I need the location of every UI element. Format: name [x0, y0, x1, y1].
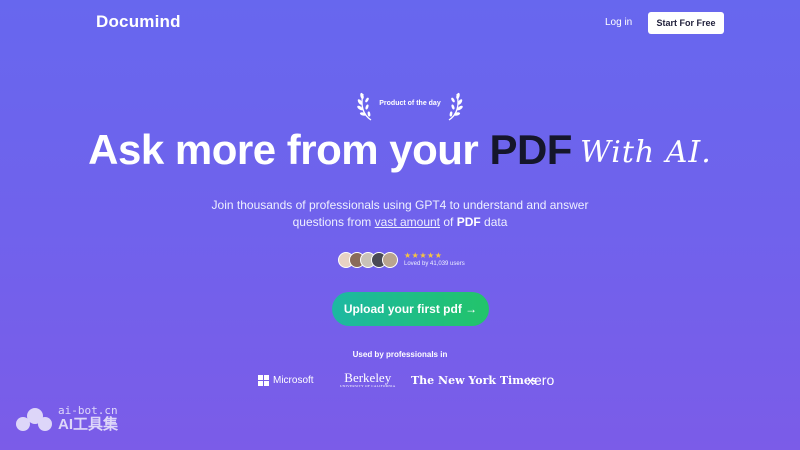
watermark-bottom: AI工具集: [58, 416, 119, 433]
logo[interactable]: Documind: [96, 12, 181, 32]
avatar-group: [338, 252, 398, 268]
used-by-heading: Used by professionals in: [352, 350, 448, 359]
headline-pdf: PDF: [489, 126, 572, 173]
berkeley-logo: Berkeley UNIVERSITY OF CALIFORNIA: [340, 370, 396, 390]
watermark: ai-bot.cn AI工具集: [16, 405, 118, 433]
microsoft-label: Microsoft: [273, 374, 314, 386]
avatar: [382, 252, 398, 268]
watermark-logo-icon: [16, 405, 54, 433]
start-for-free-button[interactable]: Start For Free: [648, 12, 724, 34]
hero-subtext: Join thousands of professionals using GP…: [200, 197, 600, 231]
subtext-line-1: Join thousands of professionals using GP…: [211, 198, 589, 212]
upload-pdf-button[interactable]: Upload your first pdf →: [332, 292, 489, 326]
loved-by-text: Loved by 41,039 users: [404, 261, 465, 267]
watermark-text: ai-bot.cn AI工具集: [58, 405, 118, 433]
social-proof: ★★★★★ Loved by 41,039 users: [338, 250, 465, 270]
subtext-mid: of: [440, 215, 457, 229]
login-link[interactable]: Log in: [605, 17, 632, 28]
hero-headline: Ask more from your PDF With AI.: [0, 126, 800, 174]
rating: ★★★★★ Loved by 41,039 users: [404, 251, 465, 269]
headline-script: With AI.: [579, 135, 712, 170]
subtext-pdf: PDF: [456, 215, 481, 229]
subtext-prefix: questions from: [292, 215, 375, 229]
laurel-right-icon: [448, 92, 463, 121]
berkeley-label: Berkeley: [344, 369, 392, 385]
nyt-logo: The New York Times: [411, 373, 538, 387]
microsoft-grid-icon: [258, 374, 269, 386]
vast-amount-link[interactable]: vast amount: [375, 215, 440, 229]
subtext-line-2: questions from vast amount of PDF data: [200, 214, 600, 231]
headline-main: Ask more from your: [88, 126, 490, 173]
microsoft-logo: Microsoft: [258, 370, 314, 390]
xero-logo: xero: [527, 372, 555, 388]
star-rating-icon: ★★★★★: [404, 251, 443, 260]
brand-logos: Microsoft Berkeley UNIVERSITY OF CALIFOR…: [0, 370, 800, 390]
subtext-suffix: data: [480, 215, 508, 229]
product-of-the-day-badge: Product of the day: [355, 90, 465, 122]
berkeley-sub-label: UNIVERSITY OF CALIFORNIA: [340, 383, 396, 388]
